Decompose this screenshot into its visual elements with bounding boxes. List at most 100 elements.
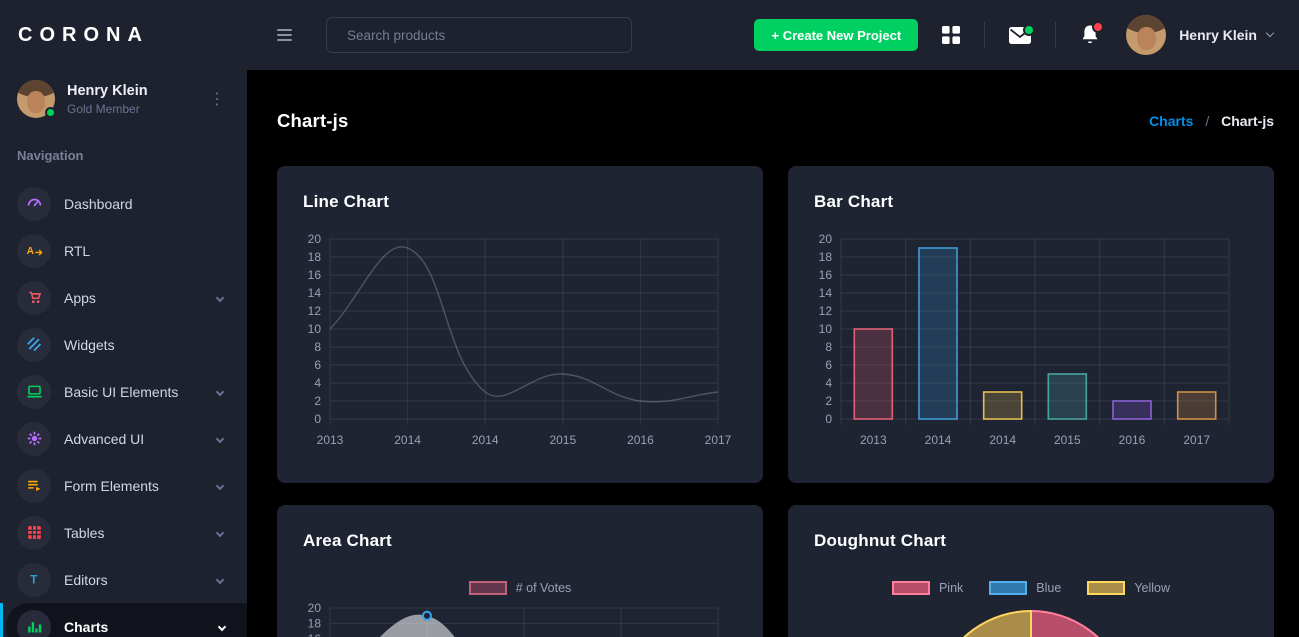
svg-text:0: 0 [314, 412, 321, 426]
sidebar-item-label: Advanced UI [64, 431, 144, 447]
chevron-down-icon [1266, 29, 1274, 37]
sidebar-item-apps[interactable]: Apps [0, 274, 247, 321]
legend-swatch [1087, 581, 1125, 595]
text-icon: T [17, 563, 51, 597]
chevron-down-icon [216, 575, 224, 583]
legend-item[interactable]: # of Votes [469, 581, 572, 595]
online-status-dot [45, 107, 56, 118]
svg-text:14: 14 [819, 286, 833, 300]
svg-text:2017: 2017 [705, 433, 732, 447]
svg-text:8: 8 [825, 340, 832, 354]
sidebar-item-advanced-ui[interactable]: Advanced UI [0, 415, 247, 462]
svg-text:2014: 2014 [989, 433, 1016, 447]
svg-text:2: 2 [314, 394, 321, 408]
speedometer-icon [17, 187, 51, 221]
chevron-down-icon [216, 481, 224, 489]
sidebar-item-label: Basic UI Elements [64, 384, 178, 400]
corona-logo[interactable]: CORONA [0, 0, 247, 70]
create-new-project-button[interactable]: + Create New Project [754, 19, 918, 51]
sidebar-item-label: Widgets [64, 337, 115, 353]
app-root: CORONA Henry Klein Gold Member ⋮ Navigat… [0, 0, 1299, 637]
card-area-chart: Area Chart # of Votes 02468101214161820201… [277, 505, 763, 637]
svg-text:2015: 2015 [1054, 433, 1081, 447]
sidebar-item-rtl[interactable]: A RTL [0, 227, 247, 274]
menu-toggle-icon[interactable] [277, 29, 292, 41]
cards-grid: Line Chart024681012141618202013201420142… [277, 166, 1274, 637]
svg-text:12: 12 [819, 304, 833, 318]
cart-icon [17, 281, 51, 315]
profile-role: Gold Member [67, 102, 148, 116]
bell-icon[interactable] [1080, 24, 1100, 46]
svg-text:18: 18 [308, 616, 322, 630]
card-title: Doughnut Chart [814, 531, 946, 551]
svg-text:6: 6 [825, 358, 832, 372]
svg-text:A: A [26, 246, 34, 257]
svg-text:2014: 2014 [394, 433, 421, 447]
sidebar-item-tables[interactable]: Tables [0, 509, 247, 556]
breadcrumb: Charts / Chart-js [1149, 113, 1274, 129]
svg-text:10: 10 [308, 322, 322, 336]
svg-text:2017: 2017 [1183, 433, 1210, 447]
chevron-down-icon [216, 528, 224, 536]
card-title: Area Chart [303, 531, 392, 551]
legend-label: Blue [1036, 581, 1061, 595]
card-line-chart: Line Chart024681012141618202013201420142… [277, 166, 763, 483]
legend-swatch [989, 581, 1027, 595]
svg-text:20: 20 [308, 601, 322, 615]
legend-item[interactable]: Pink [892, 581, 963, 595]
search-input[interactable] [326, 17, 632, 53]
grid-icon[interactable] [942, 26, 960, 44]
svg-text:18: 18 [308, 250, 322, 264]
playlist-icon [17, 469, 51, 503]
bar-chart-canvas[interactable]: 0246810121416182020132014201420152016201… [800, 226, 1262, 454]
nav-section-label: Navigation [17, 148, 247, 163]
mail-icon[interactable] [1009, 27, 1031, 44]
svg-text:2016: 2016 [627, 433, 654, 447]
breadcrumb-link-charts[interactable]: Charts [1149, 113, 1193, 129]
chart-legend: Pink Blue Yellow [788, 581, 1274, 595]
sidebar-nav: Dashboard A RTL Apps Widgets Basic UI Element… [0, 180, 247, 637]
svg-text:10: 10 [819, 322, 833, 336]
profile-name: Henry Klein [67, 83, 148, 99]
sidebar-item-form-elements[interactable]: Form Elements [0, 462, 247, 509]
legend-item[interactable]: Blue [989, 581, 1061, 595]
sidebar-item-label: RTL [64, 243, 90, 259]
svg-text:2015: 2015 [549, 433, 576, 447]
sidebar-item-basic-ui-elements[interactable]: Basic UI Elements [0, 368, 247, 415]
card-title: Line Chart [303, 192, 389, 212]
svg-text:4: 4 [314, 376, 321, 390]
kebab-menu-icon[interactable]: ⋮ [203, 89, 231, 109]
svg-text:2014: 2014 [925, 433, 952, 447]
user-avatar[interactable] [1126, 15, 1166, 55]
line-chart-canvas[interactable]: 0246810121416182020132014201420152016201… [289, 226, 751, 454]
sidebar-item-editors[interactable]: TEditors [0, 556, 247, 603]
area-chart-canvas[interactable]: 0246810121416182020132014201520162017 [289, 600, 751, 637]
legend-swatch [469, 581, 507, 595]
svg-text:16: 16 [308, 268, 322, 282]
sidebar-item-label: Tables [64, 525, 104, 541]
sidebar-item-dashboard[interactable]: Dashboard [0, 180, 247, 227]
table-icon [17, 516, 51, 550]
divider [984, 22, 985, 48]
legend-label: # of Votes [516, 581, 572, 595]
svg-text:T: T [30, 572, 38, 586]
chevron-down-icon [216, 293, 224, 301]
chevron-down-icon [216, 387, 224, 395]
svg-text:8: 8 [314, 340, 321, 354]
user-menu[interactable]: Henry Klein [1179, 27, 1257, 43]
translate-icon: A [17, 234, 51, 268]
legend-swatch [892, 581, 930, 595]
profile-card[interactable]: Henry Klein Gold Member ⋮ [17, 80, 231, 118]
widgets-icon [17, 328, 51, 362]
legend-item[interactable]: Yellow [1087, 581, 1170, 595]
sidebar-item-label: Apps [64, 290, 96, 306]
doughnut-chart-canvas[interactable] [788, 600, 1274, 637]
svg-text:2: 2 [825, 394, 832, 408]
sidebar-item-label: Dashboard [64, 196, 133, 212]
sidebar-item-widgets[interactable]: Widgets [0, 321, 247, 368]
chevron-down-icon [216, 434, 224, 442]
svg-text:2013: 2013 [317, 433, 344, 447]
legend-label: Yellow [1134, 581, 1170, 595]
sidebar-item-charts[interactable]: Charts [6, 603, 247, 637]
svg-text:14: 14 [308, 286, 322, 300]
